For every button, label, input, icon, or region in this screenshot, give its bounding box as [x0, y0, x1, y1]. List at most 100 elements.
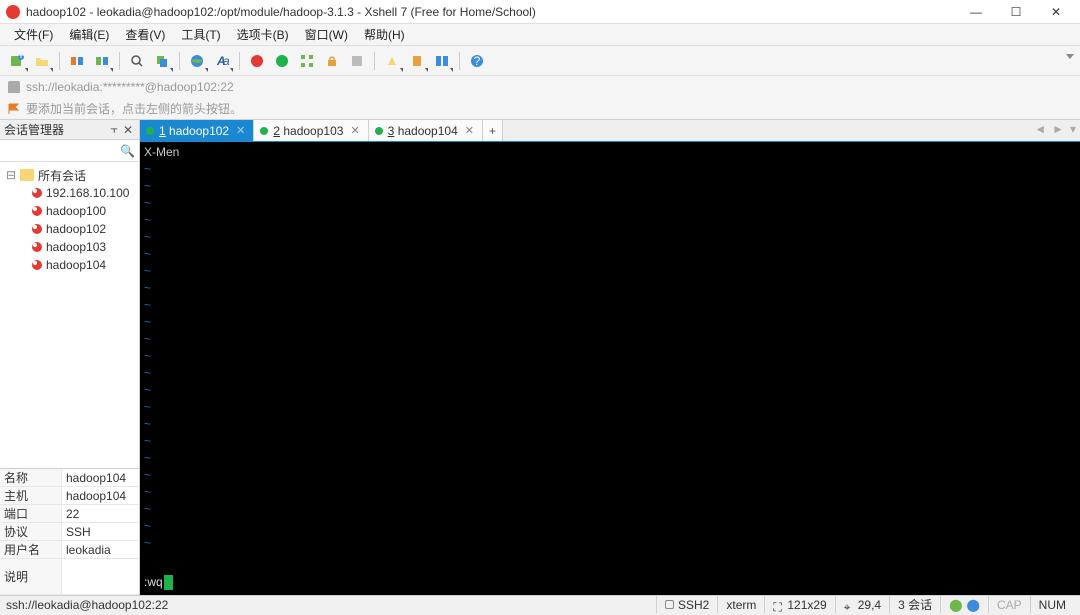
menu-help[interactable]: 帮助(H) — [356, 24, 413, 45]
tab-list-icon[interactable]: ▾ — [1070, 122, 1076, 136]
prop-label: 用户名 — [0, 541, 62, 558]
sidebar-search[interactable]: 🔍 — [0, 140, 139, 162]
prop-label: 主机 — [0, 487, 62, 504]
panel-close-icon[interactable]: ✕ — [121, 123, 135, 137]
terminal-empty-line: ~ — [144, 178, 1076, 195]
toolbar-overflow-icon[interactable] — [1066, 54, 1074, 59]
tree-host[interactable]: hadoop103 — [2, 238, 137, 256]
connect-icon[interactable] — [66, 50, 88, 72]
prop-value — [62, 559, 139, 594]
minimize-button[interactable]: ― — [956, 2, 996, 22]
terminal-empty-line: ~ — [144, 348, 1076, 365]
cursor-pos-icon: ⌖ — [844, 600, 854, 610]
size-icon: ⛶ — [773, 600, 783, 610]
tab-nav: ◄ ► ▾ — [1034, 122, 1076, 136]
tree-host[interactable]: hadoop100 — [2, 202, 137, 220]
host-icon — [32, 188, 42, 198]
menu-edit[interactable]: 编辑(E) — [61, 24, 117, 45]
tree-host[interactable]: 192.168.10.100 — [2, 184, 137, 202]
folder-icon — [20, 169, 34, 181]
font-icon[interactable]: Aa — [211, 50, 233, 72]
tab-close-icon[interactable]: ✕ — [463, 124, 476, 137]
prop-value: hadoop104 — [62, 487, 139, 504]
reconnect-icon[interactable] — [91, 50, 113, 72]
prop-value: hadoop104 — [62, 469, 139, 486]
tab-hadoop103[interactable]: 2 hadoop103 ✕ — [254, 120, 368, 141]
menu-tools[interactable]: 工具(T) — [173, 24, 228, 45]
status-ssh: SSH2 — [656, 596, 717, 613]
expand-icon[interactable]: ⊟ — [6, 168, 16, 182]
pin-icon[interactable]: ⫟ — [107, 123, 121, 137]
tab-prev-icon[interactable]: ◄ — [1034, 122, 1046, 136]
window-controls: ― ☐ ✕ — [956, 2, 1076, 22]
layout-icon[interactable] — [431, 50, 453, 72]
menu-file[interactable]: 文件(F) — [6, 24, 61, 45]
tree-host[interactable]: hadoop102 — [2, 220, 137, 238]
status-term: xterm — [717, 596, 764, 613]
lock-small-icon — [8, 81, 20, 93]
tree-host[interactable]: hadoop104 — [2, 256, 137, 274]
tab-label: 1 hadoop102 — [159, 124, 229, 138]
prop-value: leokadia — [62, 541, 139, 558]
tab-next-icon[interactable]: ► — [1052, 122, 1064, 136]
host-icon — [32, 260, 42, 270]
terminal[interactable]: X-Men ~~~~~~~~~~~~~~~~~~~~~~~ :wq — [140, 142, 1080, 595]
terminal-command-line: :wq — [144, 574, 173, 591]
hint-text: 要添加当前会话，点击左侧的箭头按钮。 — [26, 100, 242, 117]
sidebar-header: 会话管理器 ⫟ ✕ — [0, 120, 139, 140]
prop-row: 端口22 — [0, 505, 139, 523]
tab-hadoop102[interactable]: 1 hadoop102 ✕ — [140, 120, 254, 141]
tab-add-button[interactable]: + — [483, 120, 503, 141]
prop-label: 名称 — [0, 469, 62, 486]
globe-icon[interactable] — [186, 50, 208, 72]
terminal-empty-line: ~ — [144, 314, 1076, 331]
xftp-icon[interactable] — [271, 50, 293, 72]
toolbar: + Aa ? — [0, 46, 1080, 76]
session-tree: ⊟ 所有会话 192.168.10.100 hadoop100 hadoop10… — [0, 162, 139, 468]
terminal-empty-line: ~ — [144, 212, 1076, 229]
terminal-line: X-Men — [144, 144, 1076, 161]
prop-row: 用户名leokadia — [0, 541, 139, 559]
host-icon — [32, 224, 42, 234]
flag-icon — [8, 103, 20, 115]
tab-close-icon[interactable]: ✕ — [348, 124, 361, 137]
window-title: hadoop102 - leokadia@hadoop102:/opt/modu… — [26, 5, 956, 19]
open-icon[interactable] — [31, 50, 53, 72]
terminal-empty-line: ~ — [144, 484, 1076, 501]
terminal-empty-line: ~ — [144, 535, 1076, 552]
tab-hadoop104[interactable]: 3 hadoop104 ✕ — [369, 120, 483, 141]
menu-bar: 文件(F) 编辑(E) 查看(V) 工具(T) 选项卡(B) 窗口(W) 帮助(… — [0, 24, 1080, 46]
properties-icon[interactable] — [346, 50, 368, 72]
new-session-icon[interactable]: + — [6, 50, 28, 72]
app-icon — [6, 5, 20, 19]
maximize-button[interactable]: ☐ — [996, 2, 1036, 22]
command-text: :wq — [144, 574, 163, 591]
menu-tab[interactable]: 选项卡(B) — [229, 24, 297, 45]
prop-row: 协议SSH — [0, 523, 139, 541]
menu-window[interactable]: 窗口(W) — [297, 24, 356, 45]
help-icon[interactable]: ? — [466, 50, 488, 72]
close-button[interactable]: ✕ — [1036, 2, 1076, 22]
tree-root[interactable]: ⊟ 所有会话 — [2, 166, 137, 184]
xshell-icon[interactable] — [246, 50, 268, 72]
svg-text:a: a — [223, 54, 230, 68]
highlight-icon[interactable] — [381, 50, 403, 72]
terminal-empty-line: ~ — [144, 433, 1076, 450]
status-num: NUM — [1030, 596, 1074, 613]
search-icon[interactable] — [126, 50, 148, 72]
status-dot-icon — [260, 127, 268, 135]
terminal-empty-line: ~ — [144, 501, 1076, 518]
terminal-empty-line: ~ — [144, 365, 1076, 382]
paste-icon[interactable] — [406, 50, 428, 72]
prop-value: 22 — [62, 505, 139, 522]
copy-icon[interactable] — [151, 50, 173, 72]
terminal-empty-line: ~ — [144, 195, 1076, 212]
terminal-empty-line: ~ — [144, 399, 1076, 416]
status-size: ⛶121x29 — [764, 596, 834, 613]
lock-icon[interactable] — [321, 50, 343, 72]
host-label: 192.168.10.100 — [46, 186, 129, 200]
tab-close-icon[interactable]: ✕ — [234, 124, 247, 137]
status-dot-icon — [146, 127, 154, 135]
fullscreen-icon[interactable] — [296, 50, 318, 72]
menu-view[interactable]: 查看(V) — [117, 24, 173, 45]
